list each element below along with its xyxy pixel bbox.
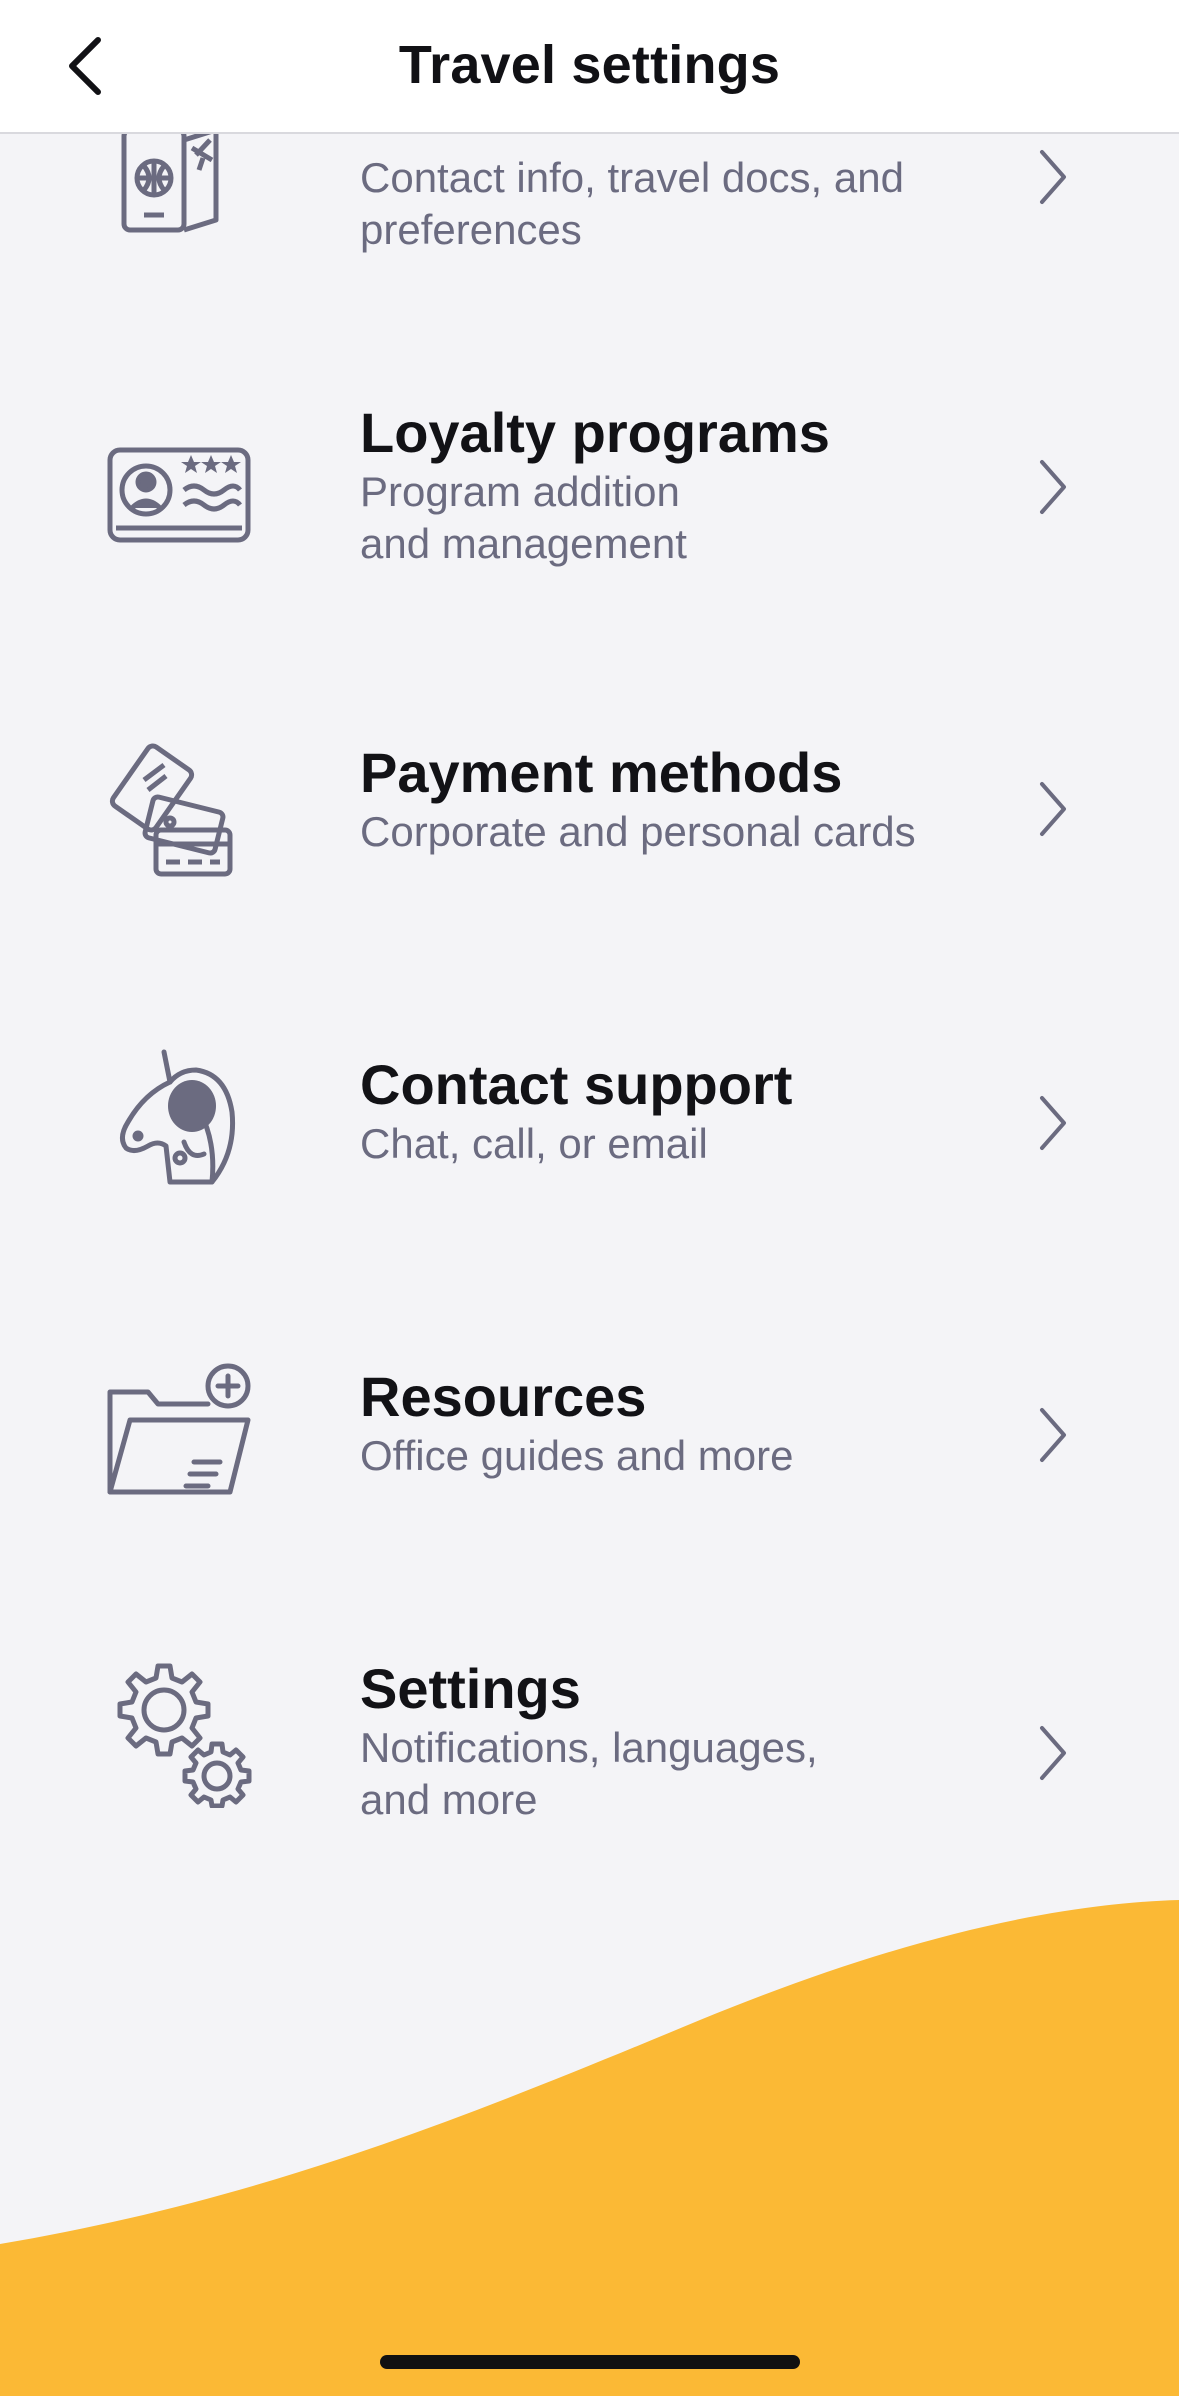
item-title: Payment methods xyxy=(360,741,843,804)
payment-cards-icon xyxy=(109,743,233,877)
passport-icon xyxy=(121,127,219,233)
decorative-wave xyxy=(0,1900,1179,2396)
chevron-right-icon xyxy=(1040,782,1066,836)
chevron-right-icon xyxy=(1040,150,1066,204)
home-indicator[interactable] xyxy=(380,2355,800,2369)
item-subtitle-line-2: preferences xyxy=(360,206,582,253)
list-item-settings[interactable]: Settings Notifications, languages, and m… xyxy=(0,1656,1179,1836)
item-subtitle-line-2: and more xyxy=(360,1776,538,1823)
gears-icon xyxy=(117,1663,252,1808)
item-title: Loyalty programs xyxy=(360,401,830,464)
item-subtitle-line-1: Notifications, languages, xyxy=(360,1724,818,1771)
list-item-payment-methods[interactable]: Payment methods Corporate and personal c… xyxy=(0,740,1179,880)
item-subtitle-line-1: Program addition xyxy=(360,468,680,515)
item-subtitle: Chat, call, or email xyxy=(360,1120,708,1167)
chevron-right-icon xyxy=(1040,1408,1066,1462)
list-item-profile[interactable]: Contact info, travel docs, and preferenc… xyxy=(0,127,1179,280)
item-subtitle: Office guides and more xyxy=(360,1432,794,1479)
list-item-contact-support[interactable]: Contact support Chat, call, or email xyxy=(0,1049,1179,1192)
item-title: Resources xyxy=(360,1365,647,1428)
chevron-right-icon xyxy=(1040,1726,1066,1780)
chevron-right-icon xyxy=(1040,1096,1066,1150)
unicorn-headset-icon xyxy=(120,1049,236,1185)
list-item-resources[interactable]: Resources Office guides and more xyxy=(0,1363,1179,1504)
item-subtitle-line-2: and management xyxy=(360,520,687,567)
item-title: Settings xyxy=(360,1657,581,1720)
list-item-loyalty-programs[interactable]: Loyalty programs Program addition and ma… xyxy=(0,400,1179,580)
chevron-right-icon xyxy=(1040,460,1066,514)
folder-plus-icon xyxy=(107,1363,251,1495)
loyalty-card-icon xyxy=(107,447,251,543)
top-navigation-bar: Travel settings xyxy=(0,0,1179,134)
item-subtitle-line-1: Contact info, travel docs, and xyxy=(360,154,904,201)
item-title: Contact support xyxy=(360,1053,793,1116)
page-title: Travel settings xyxy=(398,35,781,95)
item-subtitle: Corporate and personal cards xyxy=(360,808,916,855)
